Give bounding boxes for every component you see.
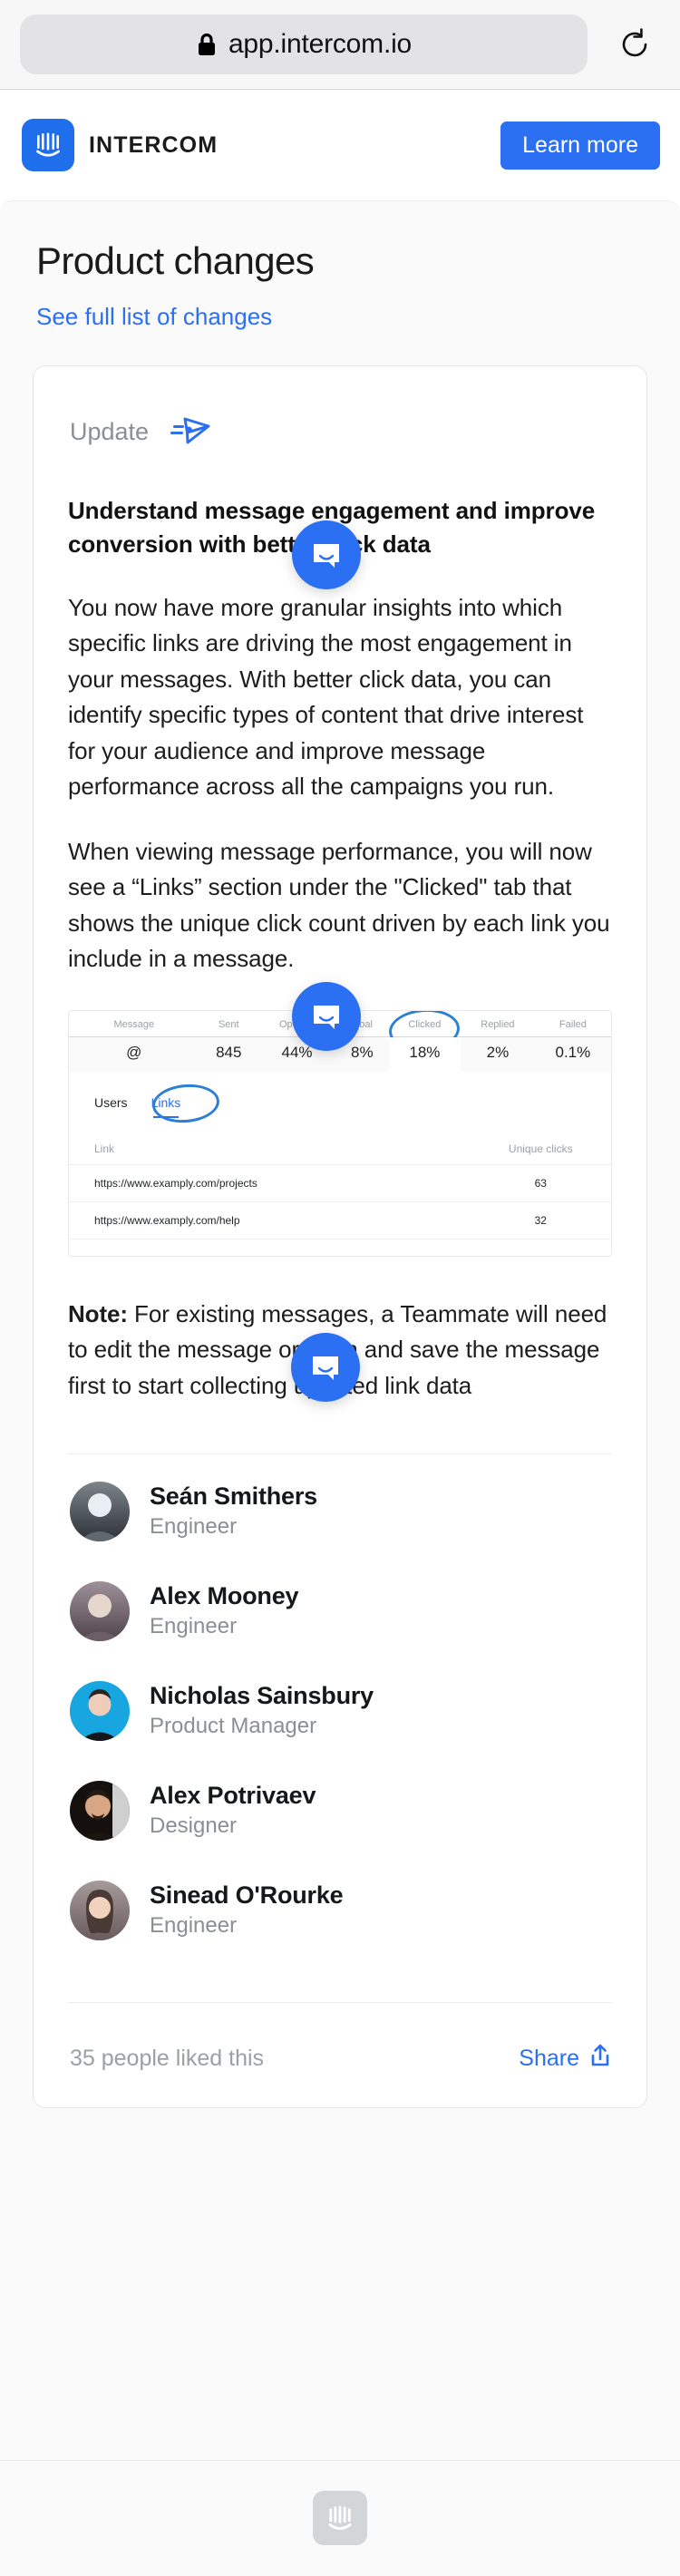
card-footer: 35 people liked this Share xyxy=(68,2012,612,2107)
person-role: Engineer xyxy=(150,1614,238,1639)
url-text: app.intercom.io xyxy=(228,29,413,59)
messenger-chat-icon xyxy=(314,1006,339,1029)
article-paragraph-1: You now have more granular insights into… xyxy=(68,593,584,801)
col-header-clicked: Clicked xyxy=(387,1010,461,1054)
tab-users[interactable]: Users xyxy=(94,1095,128,1110)
note-label: Note: xyxy=(68,1299,128,1327)
messenger-launcher-button[interactable] xyxy=(291,1333,360,1402)
cell-replied: 2% xyxy=(461,1036,535,1072)
liked-count: 35 people liked this xyxy=(70,2045,265,2071)
avatar xyxy=(70,1880,130,1940)
person-role: Designer xyxy=(150,1813,238,1839)
col-header-sent: Sent xyxy=(199,1010,259,1037)
page-title: Product changes xyxy=(36,239,315,282)
cell-link: https://www.examply.com/projects xyxy=(69,1164,471,1202)
share-icon xyxy=(588,2043,612,2075)
person-name: Sinead O'Rourke xyxy=(150,1881,344,1910)
reload-icon[interactable] xyxy=(615,24,655,64)
person-name: Nicholas Sainsbury xyxy=(150,1682,374,1710)
browser-address-bar: app.intercom.io xyxy=(0,0,680,90)
messenger-chat-icon xyxy=(313,1356,338,1380)
person-text: Seán Smithers Engineer xyxy=(150,1482,317,1540)
person-name: Alex Mooney xyxy=(150,1582,299,1610)
see-full-list-link[interactable]: See full list of changes xyxy=(36,303,272,331)
avatar xyxy=(70,1580,130,1641)
col-header-replied: Replied xyxy=(461,1010,535,1037)
url-field[interactable]: app.intercom.io xyxy=(20,15,588,74)
cell-failed: 0.1% xyxy=(534,1036,611,1072)
intercom-logo-icon xyxy=(313,2491,367,2545)
messenger-launcher-button[interactable] xyxy=(292,520,361,589)
kicker-label: Update xyxy=(70,418,150,445)
person-name: Alex Potrivaev xyxy=(150,1782,316,1810)
learn-more-button[interactable]: Learn more xyxy=(500,121,660,170)
cell-unique-clicks: 32 xyxy=(470,1201,611,1239)
cell-message: @ xyxy=(69,1036,199,1072)
list-item[interactable]: Seán Smithers Engineer xyxy=(68,1462,612,1561)
person-text: Alex Mooney Engineer xyxy=(150,1582,299,1639)
person-role: Engineer xyxy=(150,1514,238,1540)
tab-links[interactable]: Links xyxy=(151,1095,180,1118)
col-header-clicked-label: Clicked xyxy=(408,1018,442,1030)
update-kicker: Update xyxy=(68,404,612,452)
person-name: Seán Smithers xyxy=(150,1482,317,1511)
cell-link: https://www.examply.com/help xyxy=(69,1201,471,1239)
list-item[interactable]: Alex Potrivaev Designer xyxy=(68,1761,612,1861)
person-role: Product Manager xyxy=(150,1714,317,1739)
links-header-row: Link Unique clicks xyxy=(69,1136,611,1165)
avatar xyxy=(70,1780,130,1841)
person-role: Engineer xyxy=(150,1913,238,1939)
col-header-message: Message xyxy=(69,1010,199,1037)
intercom-logo-icon xyxy=(22,119,74,171)
footer-divider xyxy=(68,2001,612,2003)
app-header: INTERCOM Learn more xyxy=(0,90,680,200)
brand-name: INTERCOM xyxy=(89,131,219,158)
cell-sent: 845 xyxy=(199,1036,259,1072)
share-label: Share xyxy=(519,2045,579,2071)
list-item[interactable]: Nicholas Sainsbury Product Manager xyxy=(68,1661,612,1761)
list-item[interactable]: Sinead O'Rourke Engineer xyxy=(68,1861,612,1960)
article-paragraph-2: When viewing message performance, you wi… xyxy=(68,837,610,973)
table-row: https://www.examply.com/help 32 xyxy=(69,1201,611,1239)
person-text: Sinead O'Rourke Engineer xyxy=(150,1881,344,1939)
screenshot-root: app.intercom.io INTERCOM Learn more Prod… xyxy=(0,0,680,2576)
col-header-link: Link xyxy=(69,1136,471,1165)
person-text: Nicholas Sainsbury Product Manager xyxy=(150,1682,374,1739)
messenger-chat-icon xyxy=(314,544,339,568)
bottom-bar-divider xyxy=(0,2460,680,2461)
person-text: Alex Potrivaev Designer xyxy=(150,1782,316,1839)
cell-unique-clicks: 63 xyxy=(470,1164,611,1202)
share-button[interactable]: Share xyxy=(519,2043,612,2075)
col-header-unique-clicks: Unique clicks xyxy=(470,1136,611,1165)
avatar xyxy=(70,1680,130,1741)
list-item[interactable]: Alex Mooney Engineer xyxy=(68,1561,612,1661)
contributors-list: Seán Smithers Engineer Alex Mooney Engin… xyxy=(68,1454,612,1960)
brand[interactable]: INTERCOM xyxy=(22,119,218,171)
embed-tabs: Users Links xyxy=(69,1072,611,1126)
messenger-launcher-button[interactable] xyxy=(292,982,361,1051)
col-header-failed: Failed xyxy=(534,1010,611,1037)
paper-plane-icon xyxy=(169,412,212,452)
bottom-bar xyxy=(0,2460,680,2576)
table-row: https://www.examply.com/projects 63 xyxy=(69,1164,611,1202)
avatar xyxy=(70,1481,130,1541)
changelog-card: Update Understand message engagement and… xyxy=(33,365,647,2108)
cell-clicked: 18% xyxy=(388,1036,461,1072)
lock-icon xyxy=(196,32,218,57)
links-table: Link Unique clicks https://www.examply.c… xyxy=(69,1136,611,1239)
